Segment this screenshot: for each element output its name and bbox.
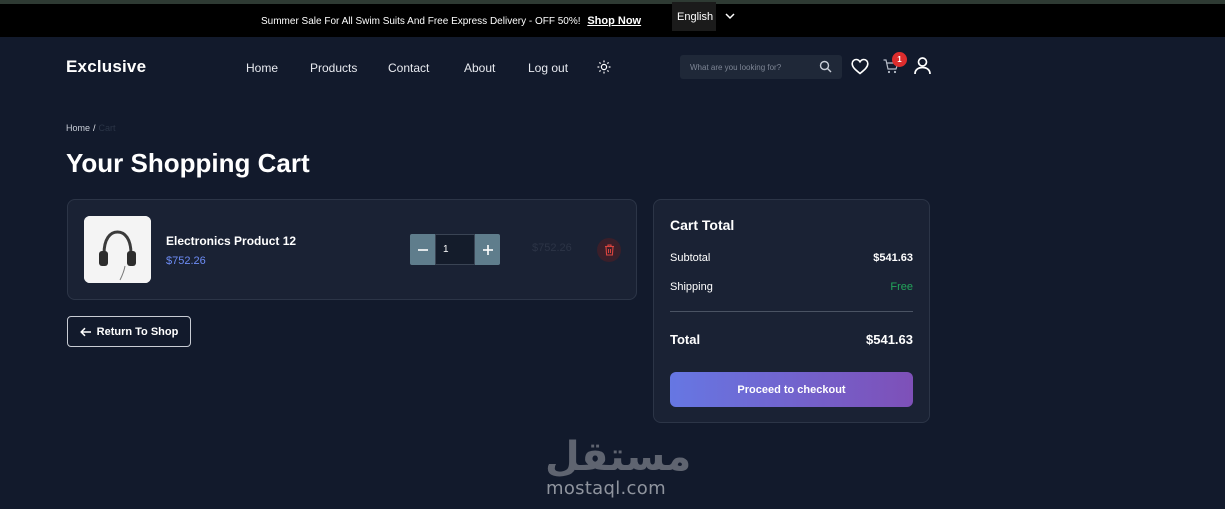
arrow-left-icon [79,327,91,336]
return-to-shop-button[interactable]: Return To Shop [67,316,191,347]
shipping-label: Shipping [670,281,713,293]
headphones-image [84,216,151,283]
breadcrumb-separator: / [93,123,96,133]
watermark-arabic: مستقل [545,434,692,480]
site-logo[interactable]: Exclusive [66,57,146,77]
minus-icon [417,248,428,251]
nav-products[interactable]: Products [310,61,357,75]
product-thumbnail [84,216,151,283]
total-value: $541.63 [866,332,913,347]
quantity-input[interactable] [435,234,475,265]
cart-item-card: Electronics Product 12 $752.26 $752.26 [67,199,637,300]
cart-total-title: Cart Total [670,217,735,233]
shipping-value: Free [890,281,913,293]
breadcrumb-current: Cart [98,123,116,133]
nav-home[interactable]: Home [246,61,278,75]
sun-icon[interactable] [597,60,611,74]
total-label: Total [670,332,701,347]
cart-item-price: $752.26 [166,255,206,267]
cart-item-line-total: $752.26 [532,242,572,254]
search-bar [680,55,842,79]
quantity-increase-button[interactable] [475,234,500,265]
nav-logout[interactable]: Log out [528,61,568,75]
remove-item-button[interactable] [597,238,621,262]
shop-now-link[interactable]: Shop Now [587,15,641,27]
cart-item-name[interactable]: Electronics Product 12 [166,234,296,248]
cart-total-card: Cart Total Subtotal $541.63 Shipping Fre… [653,199,930,423]
breadcrumb-home[interactable]: Home [66,123,90,133]
breadcrumb: Home / Cart [66,123,116,133]
summary-divider [670,311,913,312]
chevron-down-icon [725,13,735,20]
search-input[interactable] [690,59,816,75]
proceed-to-checkout-button[interactable]: Proceed to checkout [670,372,913,407]
plus-icon [482,244,493,255]
promo-text: Summer Sale For All Swim Suits And Free … [261,16,581,27]
trash-icon [604,244,614,256]
promo-banner: Summer Sale For All Swim Suits And Free … [261,15,641,27]
quantity-decrease-button[interactable] [410,234,435,265]
subtotal-label: Subtotal [670,252,711,264]
language-label: English [677,10,714,23]
subtotal-value: $541.63 [873,252,913,264]
user-icon[interactable] [913,56,932,75]
nav-contact[interactable]: Contact [388,61,429,75]
cart-count-badge: 1 [892,52,907,67]
return-to-shop-label: Return To Shop [96,325,179,338]
watermark-latin: mostaql.com [546,478,666,499]
language-selector[interactable]: English [672,2,744,31]
heart-icon[interactable] [851,58,869,75]
nav-about[interactable]: About [464,61,495,75]
page-title: Your Shopping Cart [66,148,310,178]
announcement-bar: Summer Sale For All Swim Suits And Free … [0,4,1225,37]
search-icon[interactable] [819,60,832,73]
